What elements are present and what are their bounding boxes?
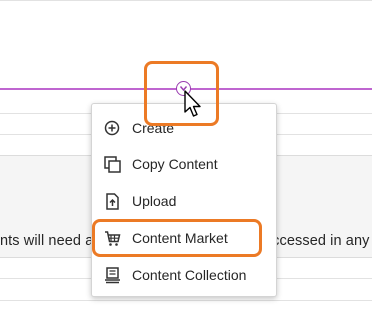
- menu-item-label: Upload: [132, 193, 177, 209]
- top-divider: [0, 0, 372, 1]
- mouse-pointer-icon: [184, 90, 201, 117]
- menu-item-upload[interactable]: Upload: [92, 183, 276, 219]
- menu-item-content-collection[interactable]: Content Collection: [92, 257, 276, 293]
- background-text-right: accessed in any: [264, 233, 370, 249]
- menu-item-label: Content Collection: [132, 267, 247, 283]
- highlight-add-button: [144, 61, 219, 126]
- plus-circle-icon: [103, 119, 121, 137]
- upload-icon: [103, 192, 121, 210]
- collection-icon: [103, 266, 121, 284]
- menu-item-copy-content[interactable]: Copy Content: [92, 146, 276, 182]
- menu-item-label: Copy Content: [132, 156, 218, 172]
- background-text-left: nts will need a: [0, 233, 94, 249]
- highlight-content-market: [92, 219, 262, 257]
- add-content-menu: Create Copy Content Upload Content Marke…: [91, 103, 277, 297]
- row-divider: [0, 300, 372, 301]
- copy-icon: [103, 155, 121, 173]
